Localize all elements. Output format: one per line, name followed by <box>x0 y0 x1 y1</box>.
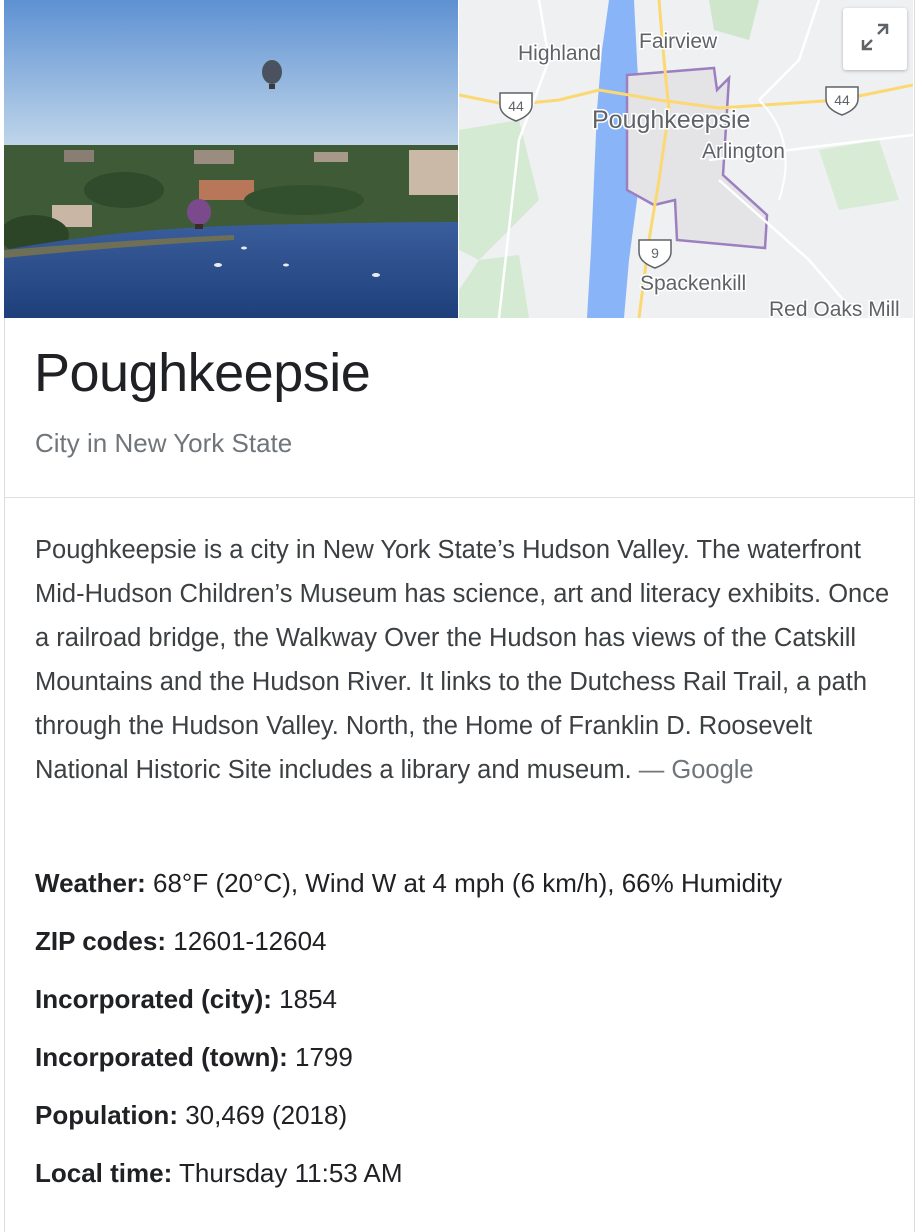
expand-map-button[interactable] <box>843 8 907 70</box>
map-label-arlington: Arlington <box>702 140 785 163</box>
fact-value: 1799 <box>295 1042 353 1072</box>
description-source-link[interactable]: — Google <box>639 756 754 784</box>
fact-key[interactable]: ZIP codes: <box>35 926 166 956</box>
map-label-red-oaks-mill: Red Oaks Mill <box>769 298 900 318</box>
fact-key[interactable]: Incorporated (town): <box>35 1042 288 1072</box>
location-map[interactable]: 44 44 9 Highland Fairview Poughkeepsie A… <box>459 0 913 318</box>
fact-incorporated-town: Incorporated (town): 1799 <box>35 1038 895 1096</box>
facts-list: Weather: 68°F (20°C), Wind W at 4 mph (6… <box>35 864 895 1212</box>
city-photo[interactable] <box>4 0 458 318</box>
description-text: Poughkeepsie is a city in New York State… <box>35 536 890 784</box>
fact-value: 1854 <box>279 984 337 1014</box>
fact-key[interactable]: Population: <box>35 1100 178 1130</box>
fact-local-time: Local time: Thursday 11:53 AM <box>35 1154 895 1212</box>
fact-incorporated-city: Incorporated (city): 1854 <box>35 980 895 1038</box>
map-label-poughkeepsie: Poughkeepsie <box>592 106 750 134</box>
fact-value: 68°F (20°C), Wind W at 4 mph (6 km/h), 6… <box>153 868 783 898</box>
entity-subtitle: City in New York State <box>35 428 293 458</box>
entity-title: Poughkeepsie <box>34 343 371 403</box>
fact-zip-codes: ZIP codes: 12601-12604 <box>35 922 895 980</box>
expand-arrows-icon <box>858 20 892 59</box>
svg-text:44: 44 <box>508 98 524 114</box>
fact-key[interactable]: Weather: <box>35 868 146 898</box>
poughkeepsie-river-photo <box>4 0 458 318</box>
fact-weather: Weather: 68°F (20°C), Wind W at 4 mph (6… <box>35 864 895 922</box>
map-label-spackenkill: Spackenkill <box>640 272 746 295</box>
section-divider <box>4 497 914 498</box>
fact-population: Population: 30,469 (2018) <box>35 1096 895 1154</box>
svg-text:9: 9 <box>651 245 659 261</box>
entity-description: Poughkeepsie is a city in New York State… <box>35 528 895 792</box>
map-label-fairview: Fairview <box>639 30 718 53</box>
fact-value: 12601-12604 <box>173 926 327 956</box>
route-44-east-shield: 44 <box>825 86 859 116</box>
fact-value: 30,469 (2018) <box>185 1100 348 1130</box>
map-label-highland: Highland <box>518 42 601 65</box>
fact-key[interactable]: Incorporated (city): <box>35 984 272 1014</box>
svg-text:44: 44 <box>834 92 850 108</box>
fact-key[interactable]: Local time: <box>35 1158 172 1188</box>
fact-value: Thursday 11:53 AM <box>179 1158 403 1188</box>
route-9-shield: 9 <box>638 239 672 269</box>
